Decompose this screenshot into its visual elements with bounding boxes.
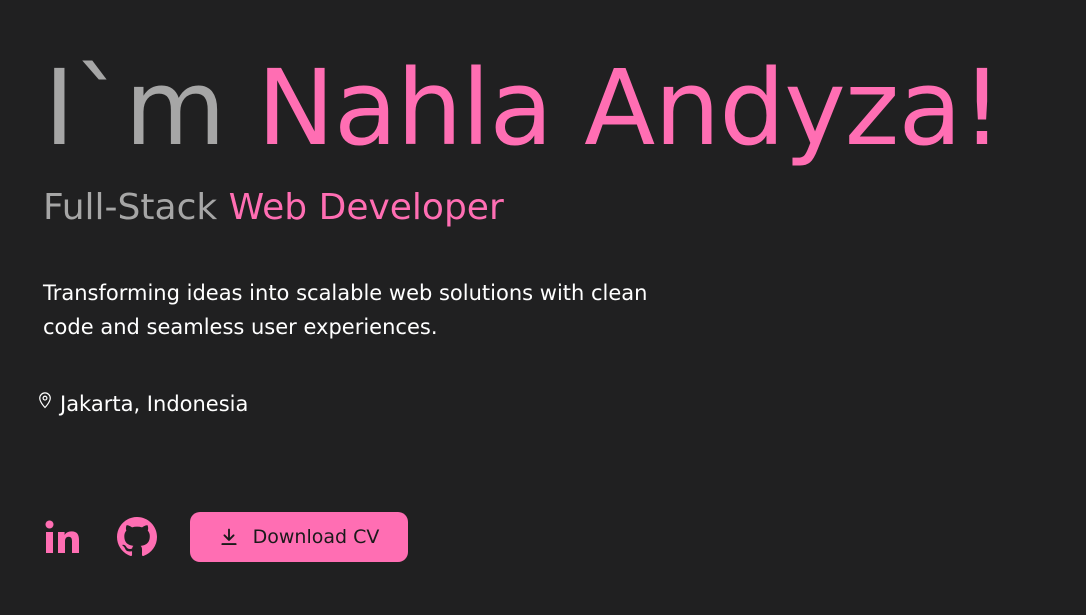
download-cv-button[interactable]: Download CV bbox=[190, 512, 408, 562]
hero-tagline: Transforming ideas into scalable web sol… bbox=[43, 281, 648, 339]
greeting-text: I`m bbox=[44, 47, 226, 169]
role-accent: Web Developer bbox=[228, 187, 504, 228]
role-title: Full-Stack Web Developer bbox=[43, 186, 504, 230]
action-row: Download CV bbox=[42, 512, 408, 562]
download-icon bbox=[221, 528, 237, 545]
hero-section: I`m Nahla Andyza! Full-Stack Web Develop… bbox=[0, 0, 1086, 615]
github-icon bbox=[117, 517, 157, 557]
location: Jakarta, Indonesia bbox=[36, 388, 248, 420]
location-text: Jakarta, Indonesia bbox=[60, 392, 249, 416]
hero-headline: I`m Nahla Andyza! bbox=[44, 40, 1003, 176]
map-pin-icon bbox=[39, 392, 51, 409]
download-cv-label: Download CV bbox=[252, 526, 380, 548]
name-text: Nahla Andyza! bbox=[257, 47, 1003, 169]
github-link[interactable] bbox=[116, 515, 158, 559]
role-prefix: Full-Stack bbox=[43, 187, 218, 228]
linkedin-icon bbox=[45, 520, 79, 553]
linkedin-link[interactable] bbox=[42, 515, 84, 559]
